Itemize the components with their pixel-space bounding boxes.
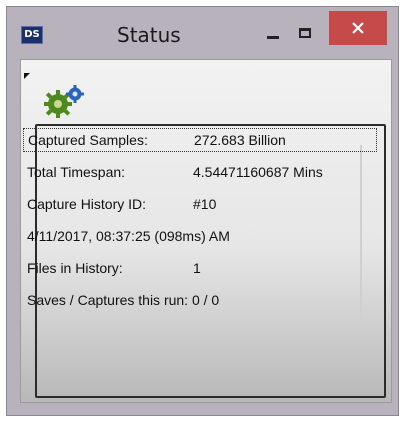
status-window: DS Status Captured Samples: 272.683 Bill… [6,6,399,416]
corner-marker-icon [24,73,30,79]
status-row-saves-captures[interactable]: Saves / Captures this run: 0 / 0 [27,292,219,308]
status-row-total-timespan[interactable]: Total Timespan: 4.54471160687 Mins [27,164,323,180]
close-icon [352,22,364,34]
status-row-label: 4/11/2017, 08:37:25 (098ms) AM [27,228,230,244]
panel-divider [360,145,362,322]
app-icon[interactable]: DS [21,26,43,44]
status-row-label: Total Timespan: [27,164,126,180]
status-row-timestamp[interactable]: 4/11/2017, 08:37:25 (098ms) AM [27,228,230,244]
blue-gear-icon [66,85,84,103]
gears-icon[interactable] [41,84,89,118]
status-row-files-in-history[interactable]: Files in History: 1 [27,260,201,276]
status-row-capture-history-id[interactable]: Capture History ID: #10 [27,196,216,212]
status-row-label: Saves / Captures this run: 0 / 0 [27,292,220,308]
maximize-button[interactable] [289,21,321,47]
status-row-label: Capture History ID: [27,196,147,212]
status-row-label: Files in History: [27,260,123,276]
status-row-value: 272.683 Billion [194,132,286,148]
minimize-button[interactable] [259,21,289,47]
status-row-label: Captured Samples: [28,132,148,148]
status-row-value: 1 [193,260,201,276]
title-bar[interactable]: DS Status [7,7,398,59]
status-row-value: 4.54471160687 Mins [193,164,323,180]
close-button[interactable] [329,11,387,45]
status-row-captured-samples[interactable]: Captured Samples: 272.683 Billion [23,128,377,152]
status-row-value: #10 [193,196,217,212]
window-title: Status [117,23,181,47]
